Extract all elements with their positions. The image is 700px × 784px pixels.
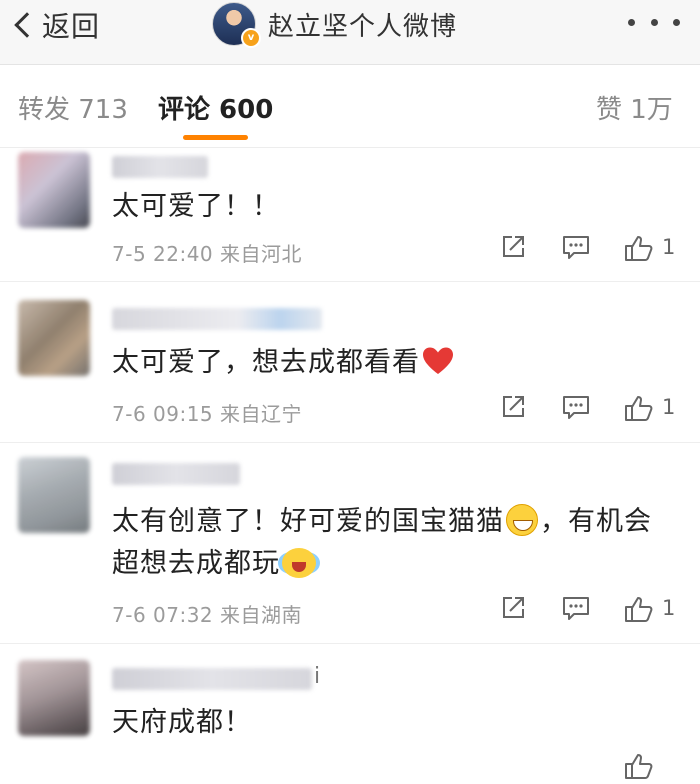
comment-actions: 1 (496, 234, 686, 264)
comment-time: 7-6 09:15 (112, 402, 214, 426)
comment-text: 太有创意了！好可爱的国宝猫猫 ，有机会超想去成都玩 (112, 501, 672, 585)
comment-meta: 7-5 22:40 来自河北 (112, 238, 302, 267)
verified-badge-icon: v (241, 28, 261, 48)
more-dots-icon[interactable] (628, 12, 680, 32)
comment-source: 来自河北 (220, 242, 303, 266)
comment-source: 来自辽宁 (220, 402, 303, 426)
page-title: 赵立坚个人微博 (268, 12, 458, 42)
comment-source: 来自湖南 (220, 603, 303, 627)
avatar[interactable] (18, 660, 90, 736)
nickname-blurred[interactable] (112, 463, 240, 485)
share-icon[interactable] (500, 234, 526, 264)
comment-actions: 1 (496, 394, 686, 424)
comment-text-body: 太可爱了，想去成都看看 (112, 347, 420, 378)
comment-actions: 1 (496, 595, 686, 625)
thumbs-up-icon[interactable] (624, 394, 654, 426)
thumbs-up-icon[interactable] (624, 234, 654, 266)
comment-meta: 7-6 07:32 来自湖南 (112, 599, 302, 628)
nav-bar: 返回 v 赵立坚个人微博 (0, 0, 700, 65)
nickname-blurred[interactable] (112, 156, 208, 178)
nickname-blurred[interactable] (112, 308, 322, 330)
tab-bar: 转发 713 评论 600 赞 1万 (0, 65, 700, 148)
nickname-blurred[interactable] (112, 668, 312, 690)
comment-time: 7-5 22:40 (112, 242, 214, 266)
like-count: 1 (662, 596, 676, 620)
share-icon[interactable] (500, 595, 526, 625)
comment-text: 太可爱了，想去成都看看 (112, 342, 672, 384)
avatar[interactable] (18, 152, 90, 228)
comment-text: 太可爱了！！ (112, 191, 280, 222)
comment-meta: 7-6 09:15 来自辽宁 (112, 398, 302, 427)
nickname-suffix: i (314, 664, 321, 689)
thumbs-up-icon[interactable] (624, 752, 654, 784)
comment-item: 太可爱了，想去成都看看 7-6 09:15 来自辽宁 1 (0, 282, 700, 443)
like-count: 1 (662, 235, 676, 259)
thumbs-up-icon[interactable] (624, 595, 654, 627)
comment-item: i 天府成都！ (0, 644, 700, 779)
tab-repost[interactable]: 转发 713 (18, 89, 128, 126)
avatar[interactable] (18, 300, 90, 376)
back-button[interactable]: 返回 (10, 4, 100, 46)
back-label: 返回 (42, 10, 101, 43)
comment-actions (496, 752, 686, 782)
comment-text: 天府成都！ (112, 707, 252, 738)
share-icon[interactable] (500, 394, 526, 424)
grinning-emoji-icon (506, 504, 538, 536)
chevron-left-icon (14, 12, 40, 38)
tab-likes[interactable]: 赞 1万 (596, 89, 673, 126)
comment-icon[interactable] (562, 234, 590, 264)
comment-item: 太有创意了！好可爱的国宝猫猫 ，有机会超想去成都玩 7-6 07:32 来自湖南 … (0, 443, 700, 644)
comment-icon[interactable] (562, 595, 590, 625)
tab-comments[interactable]: 评论 600 (158, 89, 273, 126)
heart-icon (423, 347, 453, 374)
crying-happy-emoji-icon (282, 548, 316, 578)
active-tab-indicator (183, 135, 248, 140)
comment-text-part1: 太有创意了！好可爱的国宝猫猫 (112, 506, 504, 537)
avatar[interactable] (18, 457, 90, 533)
like-count: 1 (662, 395, 676, 419)
comment-icon[interactable] (562, 394, 590, 424)
comment-item: 太可爱了！！ 7-5 22:40 来自河北 1 (0, 148, 700, 282)
comment-time: 7-6 07:32 (112, 603, 214, 627)
